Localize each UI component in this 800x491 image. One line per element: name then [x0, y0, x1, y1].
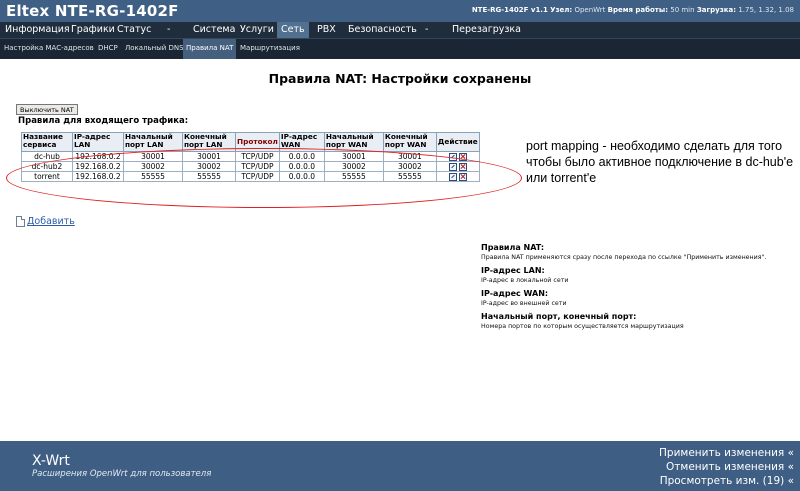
- top-header: Eltex NTE-RG-1402F NTE-RG-1402F v1.1 Узе…: [0, 0, 800, 22]
- menu-item-services[interactable]: Услуги: [240, 22, 274, 38]
- menu-item-reboot[interactable]: Перезагрузка: [452, 22, 521, 38]
- column-header: Действие: [435, 132, 480, 152]
- apply-changes-link[interactable]: Применить изменения «: [659, 447, 794, 459]
- help-text: IP-адрес в локальной сети: [481, 277, 569, 284]
- menu-item-status[interactable]: Статус: [117, 22, 151, 38]
- menu-separator: -: [425, 24, 429, 35]
- device-model: NTE-RG-1402F v1.1: [471, 6, 548, 14]
- disable-nat-button[interactable]: Выключить NAT: [16, 104, 78, 115]
- cancel-changes-link[interactable]: Отменить изменения «: [666, 461, 794, 473]
- help-panel: Правила NAT: Правила NAT применяются сра…: [481, 239, 781, 331]
- review-changes-link[interactable]: Просмотреть изм. (19) «: [660, 475, 794, 487]
- help-text: Номера портов по которым осуществляется …: [481, 323, 684, 330]
- menu-item-graphs[interactable]: Графики: [71, 22, 115, 38]
- load-label: Загрузка:: [696, 6, 737, 14]
- help-title: IP-адрес WAN:: [481, 289, 549, 298]
- help-text: IP-адрес во внешней сети: [481, 300, 567, 307]
- help-title: Начальный порт, конечный порт:: [481, 312, 637, 321]
- uptime-value: 50 min: [670, 6, 695, 14]
- help-title: IP-адрес LAN:: [481, 266, 545, 275]
- column-header: IP-адрес LAN: [72, 132, 124, 152]
- page-title: Правила NAT: Настройки сохранены: [268, 71, 532, 86]
- add-rule-label: Добавить: [27, 216, 75, 227]
- menu-separator: -: [167, 24, 171, 35]
- submenu-item-local-dns[interactable]: Локальный DNS: [125, 39, 184, 59]
- submenu-item-dhcp[interactable]: DHCP: [98, 39, 118, 59]
- menu-item-pbx[interactable]: PBX: [317, 22, 336, 38]
- column-header: Начальный порт LAN: [123, 132, 183, 152]
- sub-menu: Настройка MAC-адресов DHCP Локальный DNS…: [0, 38, 800, 59]
- node-value: OpenWrt: [574, 6, 606, 14]
- menu-item-info[interactable]: Информация: [5, 22, 70, 38]
- node-label: Узел:: [550, 6, 573, 14]
- column-header: Конечный порт WAN: [382, 132, 437, 152]
- menu-item-security[interactable]: Безопасность: [348, 22, 417, 38]
- header-status-info: NTE-RG-1402F v1.1 Узел: OpenWrt Время ра…: [472, 6, 794, 14]
- menu-item-system[interactable]: Система: [193, 22, 235, 38]
- annotation-oval: [6, 148, 522, 208]
- help-text: Правила NAT применяются сразу после пере…: [481, 254, 767, 261]
- submenu-item-routing[interactable]: Маршрутизация: [240, 39, 300, 59]
- help-title: Правила NAT:: [481, 243, 545, 252]
- menu-item-network[interactable]: Сеть: [277, 22, 309, 38]
- footer-title: X-Wrt: [32, 453, 70, 469]
- footer-subtitle: Расширения OpenWrt для пользователя: [32, 469, 212, 479]
- footer: X-Wrt Расширения OpenWrt для пользовател…: [0, 441, 800, 491]
- inbound-rules-title: Правила для входящего трафика:: [18, 116, 189, 126]
- add-rule-link[interactable]: Добавить: [16, 216, 75, 227]
- submenu-item-nat[interactable]: Правила NAT: [183, 39, 237, 59]
- brand-title: Eltex NTE-RG-1402F: [6, 2, 179, 20]
- uptime-label: Время работы:: [607, 6, 668, 14]
- load-value: 1.75, 1.32, 1.08: [738, 6, 794, 14]
- annotation-note: port mapping - необходимо сделать для то…: [526, 139, 794, 185]
- new-document-icon: [16, 216, 25, 227]
- main-menu: Информация Графики Статус - Система Услу…: [0, 22, 800, 38]
- column-header: Название сервиса: [21, 132, 73, 152]
- submenu-item-mac[interactable]: Настройка MAC-адресов: [4, 39, 94, 59]
